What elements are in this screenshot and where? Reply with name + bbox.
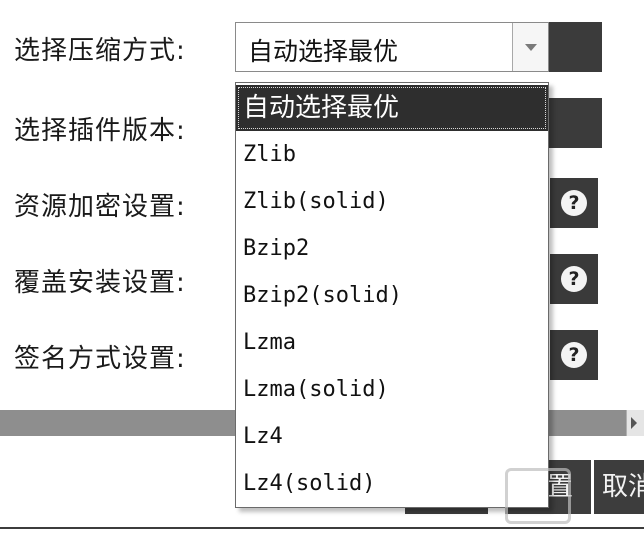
overwrite-help-button[interactable]: ? — [550, 254, 598, 304]
bottom-divider — [0, 527, 644, 529]
compression-side-panel — [548, 22, 602, 72]
compression-select-value: 自动选择最优 — [248, 37, 399, 66]
plugin-version-label: 选择插件版本: — [14, 116, 186, 146]
signature-label: 签名方式设置: — [14, 344, 186, 374]
option-lzma[interactable]: Lzma — [236, 320, 548, 366]
scroll-right-icon — [631, 417, 637, 429]
compression-label: 选择压缩方式: — [14, 36, 186, 66]
overwrite-label: 覆盖安装设置: — [14, 268, 186, 298]
dropdown-toggle[interactable] — [512, 23, 548, 71]
option-zlib-solid[interactable]: Zlib(solid) — [236, 179, 548, 225]
chevron-down-icon — [524, 43, 537, 51]
watermark-logo — [505, 468, 571, 524]
compression-select[interactable]: 自动选择最优 — [235, 22, 549, 72]
signature-help-button[interactable]: ? — [550, 330, 598, 380]
option-bzip2[interactable]: Bzip2 — [236, 226, 548, 272]
option-lz4[interactable]: Lz4 — [236, 414, 548, 460]
option-auto[interactable]: 自动选择最优 — [236, 85, 548, 131]
cancel-button[interactable]: 取消 — [594, 460, 644, 514]
option-zlib[interactable]: Zlib — [236, 132, 548, 178]
compression-dropdown-list: 自动选择最优 Zlib Zlib(solid) Bzip2 Bzip2(soli… — [235, 82, 549, 508]
option-lzma-solid[interactable]: Lzma(solid) — [236, 367, 548, 413]
question-circle-icon: ? — [561, 342, 587, 368]
question-circle-icon: ? — [561, 190, 587, 216]
encryption-label: 资源加密设置: — [14, 192, 186, 222]
option-bzip2-solid[interactable]: Bzip2(solid) — [236, 273, 548, 319]
question-circle-icon: ? — [561, 266, 587, 292]
option-lz4-solid[interactable]: Lz4(solid) — [236, 461, 548, 507]
encryption-help-button[interactable]: ? — [550, 178, 598, 228]
plugin-version-select[interactable] — [548, 98, 602, 148]
